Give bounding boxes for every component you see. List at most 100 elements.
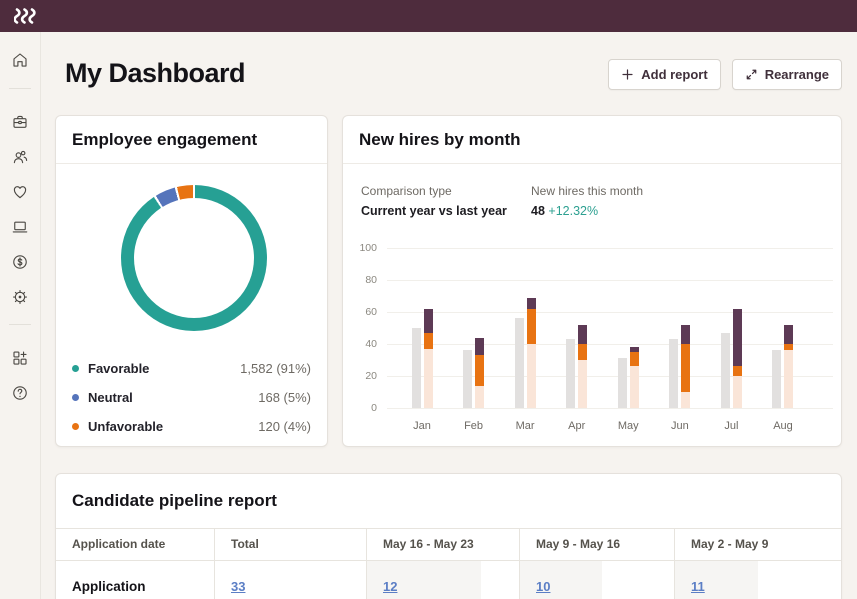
card-title: Candidate pipeline report (56, 474, 841, 528)
top-bar (0, 0, 857, 32)
hires-stats: Comparison type Current year vs last yea… (343, 164, 841, 218)
legend-label: Neutral (88, 390, 133, 405)
bar-current-year-segment (681, 344, 690, 392)
bar-current-year-segment (630, 352, 639, 366)
legend-row: Neutral 168 (5%) (72, 383, 311, 412)
cell-highlight (520, 561, 602, 599)
x-tick-label: Aug (761, 420, 805, 432)
gridline (387, 280, 833, 281)
pipeline-column-header: May 9 - May 16 (519, 529, 674, 560)
pipeline-value-link[interactable]: 11 (691, 579, 705, 594)
header-actions: Add report Rearrange (608, 59, 842, 90)
bar-current-year-segment (424, 349, 433, 408)
bar-current-year-segment (475, 338, 484, 356)
legend-label: Unfavorable (88, 419, 163, 434)
bar-current-year-segment (733, 376, 742, 408)
main-content: My Dashboard Add report Rearrange Employ… (41, 32, 857, 599)
bar-current-year-segment (527, 344, 536, 408)
x-tick-label: May (606, 420, 650, 432)
card-title: New hires by month (343, 116, 841, 164)
x-tick-label: Feb (452, 420, 496, 432)
comparison-type-label: Comparison type (361, 184, 531, 198)
gridline (387, 344, 833, 345)
new-hires-card: New hires by month Comparison type Curre… (342, 115, 842, 447)
new-hires-stat: New hires this month 48 +12.32% (531, 184, 643, 218)
legend-value: 1,582 (91%) (240, 361, 311, 376)
bar-current-year-segment (784, 350, 793, 408)
comparison-type-value[interactable]: Current year vs last year (361, 204, 531, 218)
pipeline-row-label: Application (72, 579, 146, 594)
bar-current-year-segment (424, 333, 433, 349)
bar-current-year-segment (527, 298, 536, 309)
rearrange-label: Rearrange (765, 67, 829, 82)
pipeline-value-link[interactable]: 10 (536, 579, 550, 594)
new-hires-label: New hires this month (531, 184, 643, 198)
add-report-button[interactable]: Add report (608, 59, 720, 90)
briefcase-icon[interactable] (11, 113, 29, 131)
gear-icon[interactable] (11, 288, 29, 306)
pipeline-column-header: Application date (56, 529, 214, 560)
bar-last-year (618, 358, 627, 408)
pipeline-column-header: Total (214, 529, 366, 560)
bar-current-year-segment (630, 366, 639, 408)
x-tick-label: Jul (709, 420, 753, 432)
heart-icon[interactable] (11, 183, 29, 201)
x-tick-label: Apr (555, 420, 599, 432)
y-tick-label: 40 (343, 338, 377, 350)
bar-last-year (412, 328, 421, 408)
bar-current-year-segment (578, 360, 587, 408)
bar-last-year (772, 350, 781, 408)
home-icon[interactable] (11, 51, 29, 69)
hires-chart: 020406080100JanFebMarAprMayJunJulAug (343, 234, 842, 446)
bar-current-year-segment (733, 366, 742, 376)
bar-current-year-segment (733, 309, 742, 367)
bar-current-year-segment (681, 325, 690, 344)
people-icon[interactable] (11, 148, 29, 166)
bar-current-year-segment (475, 355, 484, 385)
apps-add-icon[interactable] (11, 349, 29, 367)
donut-hole (134, 198, 254, 318)
bar-current-year-segment (681, 392, 690, 408)
dollar-circle-icon[interactable] (11, 253, 29, 271)
laptop-icon[interactable] (11, 218, 29, 236)
pipeline-value-link[interactable]: 12 (383, 579, 397, 594)
x-tick-label: Jun (658, 420, 702, 432)
y-tick-label: 0 (343, 402, 377, 414)
cell-highlight (675, 561, 758, 599)
legend-row: Unfavorable120 (4%) (72, 412, 311, 441)
legend-value: 168 (5%) (258, 390, 311, 405)
pipeline-column-header: May 16 - May 23 (366, 529, 519, 560)
bar-last-year (463, 350, 472, 408)
plus-icon (621, 68, 634, 81)
pipeline-value-link[interactable]: 33 (231, 579, 245, 594)
pipeline-row: Application 33 12 10 11 (56, 561, 841, 599)
sidebar-nav (0, 32, 41, 599)
bar-current-year-segment (630, 347, 639, 352)
sidebar-divider (9, 324, 31, 325)
page-title: My Dashboard (65, 58, 245, 89)
pipeline-column-header: May 2 - May 9 (674, 529, 842, 560)
rippling-logo[interactable] (14, 7, 36, 25)
legend-dot-icon (72, 365, 79, 372)
bar-last-year (566, 339, 575, 408)
rearrange-button[interactable]: Rearrange (732, 59, 842, 90)
bar-last-year (669, 339, 678, 408)
bar-current-year-segment (424, 309, 433, 333)
y-tick-label: 80 (343, 274, 377, 286)
engagement-legend: Favorable 1,582 (91%) Neutral 168 (5%) Unfav… (72, 354, 311, 441)
y-tick-label: 100 (343, 242, 377, 254)
sidebar-divider (9, 88, 31, 89)
add-report-label: Add report (641, 67, 707, 82)
employee-engagement-card: Employee engagement Favorable1,582 (91%)… (55, 115, 328, 447)
help-icon[interactable] (11, 384, 29, 402)
legend-label: Favorable (88, 361, 149, 376)
legend-dot-icon (72, 423, 79, 430)
bar-current-year-segment (578, 325, 587, 344)
pipeline-body: Application 33 12 10 11 (56, 561, 841, 599)
engagement-donut (121, 185, 267, 331)
comparison-type-stat: Comparison type Current year vs last yea… (361, 184, 531, 218)
bar-current-year-segment (578, 344, 587, 360)
gridline (387, 376, 833, 377)
expand-arrows-icon (745, 68, 758, 81)
bar-current-year-segment (527, 309, 536, 344)
